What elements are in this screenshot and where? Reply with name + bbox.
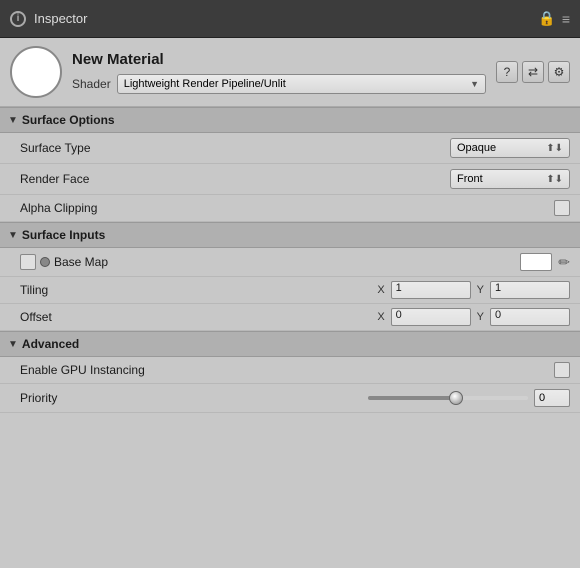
surface-options-title: Surface Options bbox=[22, 113, 115, 127]
gpu-instancing-checkbox[interactable] bbox=[554, 362, 570, 378]
advanced-arrow: ▼ bbox=[8, 339, 18, 350]
tiling-y-label: Y bbox=[477, 284, 484, 296]
surface-type-arrow: ⬆⬇ bbox=[546, 143, 563, 154]
priority-slider-thumb bbox=[449, 391, 463, 405]
advanced-header[interactable]: ▼ Advanced bbox=[0, 331, 580, 357]
pencil-icon[interactable]: ✏ bbox=[558, 254, 570, 271]
basemap-dot-icon bbox=[40, 257, 50, 267]
render-face-label: Render Face bbox=[20, 172, 450, 186]
lock-icon[interactable]: 🔒 bbox=[538, 10, 555, 27]
title-bar-title: Inspector bbox=[34, 11, 538, 26]
tiling-y-input[interactable]: 1 bbox=[490, 281, 570, 299]
priority-label: Priority bbox=[20, 391, 368, 405]
inspector-content: New Material Shader Lightweight Render P… bbox=[0, 38, 580, 568]
gpu-instancing-label: Enable GPU Instancing bbox=[20, 363, 554, 377]
menu-icon[interactable]: ≡ bbox=[562, 11, 570, 27]
title-bar-actions: 🔒 ≡ bbox=[538, 10, 570, 27]
alpha-clipping-checkbox[interactable] bbox=[554, 200, 570, 216]
info-icon: i bbox=[10, 11, 26, 27]
render-face-dropdown[interactable]: Front ⬆⬇ bbox=[450, 169, 570, 189]
tiling-xy-inputs: X 1 Y 1 bbox=[377, 281, 570, 299]
offset-y-label: Y bbox=[477, 311, 484, 323]
help-icon-btn[interactable]: ? bbox=[496, 61, 518, 83]
alpha-clipping-label: Alpha Clipping bbox=[20, 201, 554, 215]
basemap-color-swatch[interactable] bbox=[520, 253, 552, 271]
inspector-window: i Inspector 🔒 ≡ New Material Shader Ligh… bbox=[0, 0, 580, 568]
tiling-row: Tiling X 1 Y 1 bbox=[0, 277, 580, 304]
material-info: New Material Shader Lightweight Render P… bbox=[72, 51, 486, 94]
priority-row: Priority 0 bbox=[0, 384, 580, 413]
material-header-icons: ? ⇄ ⚙ bbox=[496, 61, 570, 83]
basemap-label: Base Map bbox=[54, 255, 520, 269]
surface-type-row: Surface Type Opaque ⬆⬇ bbox=[0, 133, 580, 164]
advanced-title: Advanced bbox=[22, 337, 79, 351]
surface-inputs-area: Base Map ✏ Tiling X 1 Y 1 Offset X 0 bbox=[0, 248, 580, 331]
tiling-x-label: X bbox=[377, 284, 384, 296]
priority-slider-container: 0 bbox=[368, 389, 570, 407]
surface-inputs-arrow: ▼ bbox=[8, 230, 18, 241]
offset-xy-inputs: X 0 Y 0 bbox=[377, 308, 570, 326]
shader-value: Lightweight Render Pipeline/Unlit bbox=[124, 78, 286, 90]
offset-row: Offset X 0 Y 0 bbox=[0, 304, 580, 331]
surface-type-control: Opaque ⬆⬇ bbox=[450, 138, 570, 158]
tiling-x-input[interactable]: 1 bbox=[391, 281, 471, 299]
alpha-clipping-row: Alpha Clipping bbox=[0, 195, 580, 222]
layout-icon-btn[interactable]: ⇄ bbox=[522, 61, 544, 83]
material-header: New Material Shader Lightweight Render P… bbox=[0, 38, 580, 107]
offset-x-label: X bbox=[377, 311, 384, 323]
surface-type-dropdown[interactable]: Opaque ⬆⬇ bbox=[450, 138, 570, 158]
render-face-control: Front ⬆⬇ bbox=[450, 169, 570, 189]
basemap-row: Base Map ✏ bbox=[0, 248, 580, 277]
offset-y-input[interactable]: 0 bbox=[490, 308, 570, 326]
render-face-row: Render Face Front ⬆⬇ bbox=[0, 164, 580, 195]
shader-dropdown[interactable]: Lightweight Render Pipeline/Unlit ▼ bbox=[117, 74, 486, 94]
shader-dropdown-arrow: ▼ bbox=[470, 79, 479, 89]
material-name: New Material bbox=[72, 51, 486, 68]
gpu-instancing-row: Enable GPU Instancing bbox=[0, 357, 580, 384]
render-face-value: Front bbox=[457, 173, 483, 185]
basemap-checkbox[interactable] bbox=[20, 254, 36, 270]
priority-slider[interactable] bbox=[368, 396, 528, 400]
surface-type-label: Surface Type bbox=[20, 141, 450, 155]
surface-options-header[interactable]: ▼ Surface Options bbox=[0, 107, 580, 133]
material-shader-row: Shader Lightweight Render Pipeline/Unlit… bbox=[72, 74, 486, 94]
render-face-arrow: ⬆⬇ bbox=[546, 174, 563, 185]
settings-icon-btn[interactable]: ⚙ bbox=[548, 61, 570, 83]
offset-x-input[interactable]: 0 bbox=[391, 308, 471, 326]
shader-label: Shader bbox=[72, 77, 111, 91]
surface-options-arrow: ▼ bbox=[8, 115, 18, 126]
surface-type-value: Opaque bbox=[457, 142, 496, 154]
offset-label: Offset bbox=[20, 310, 377, 324]
priority-value[interactable]: 0 bbox=[534, 389, 570, 407]
surface-inputs-title: Surface Inputs bbox=[22, 228, 105, 242]
advanced-area: Enable GPU Instancing Priority 0 bbox=[0, 357, 580, 413]
surface-options-properties: Surface Type Opaque ⬆⬇ Render Face Front… bbox=[0, 133, 580, 222]
title-bar: i Inspector 🔒 ≡ bbox=[0, 0, 580, 38]
tiling-label: Tiling bbox=[20, 283, 377, 297]
alpha-clipping-control bbox=[554, 200, 570, 216]
surface-inputs-header[interactable]: ▼ Surface Inputs bbox=[0, 222, 580, 248]
header-icon-row: ? ⇄ ⚙ bbox=[496, 61, 570, 83]
material-preview bbox=[10, 46, 62, 98]
